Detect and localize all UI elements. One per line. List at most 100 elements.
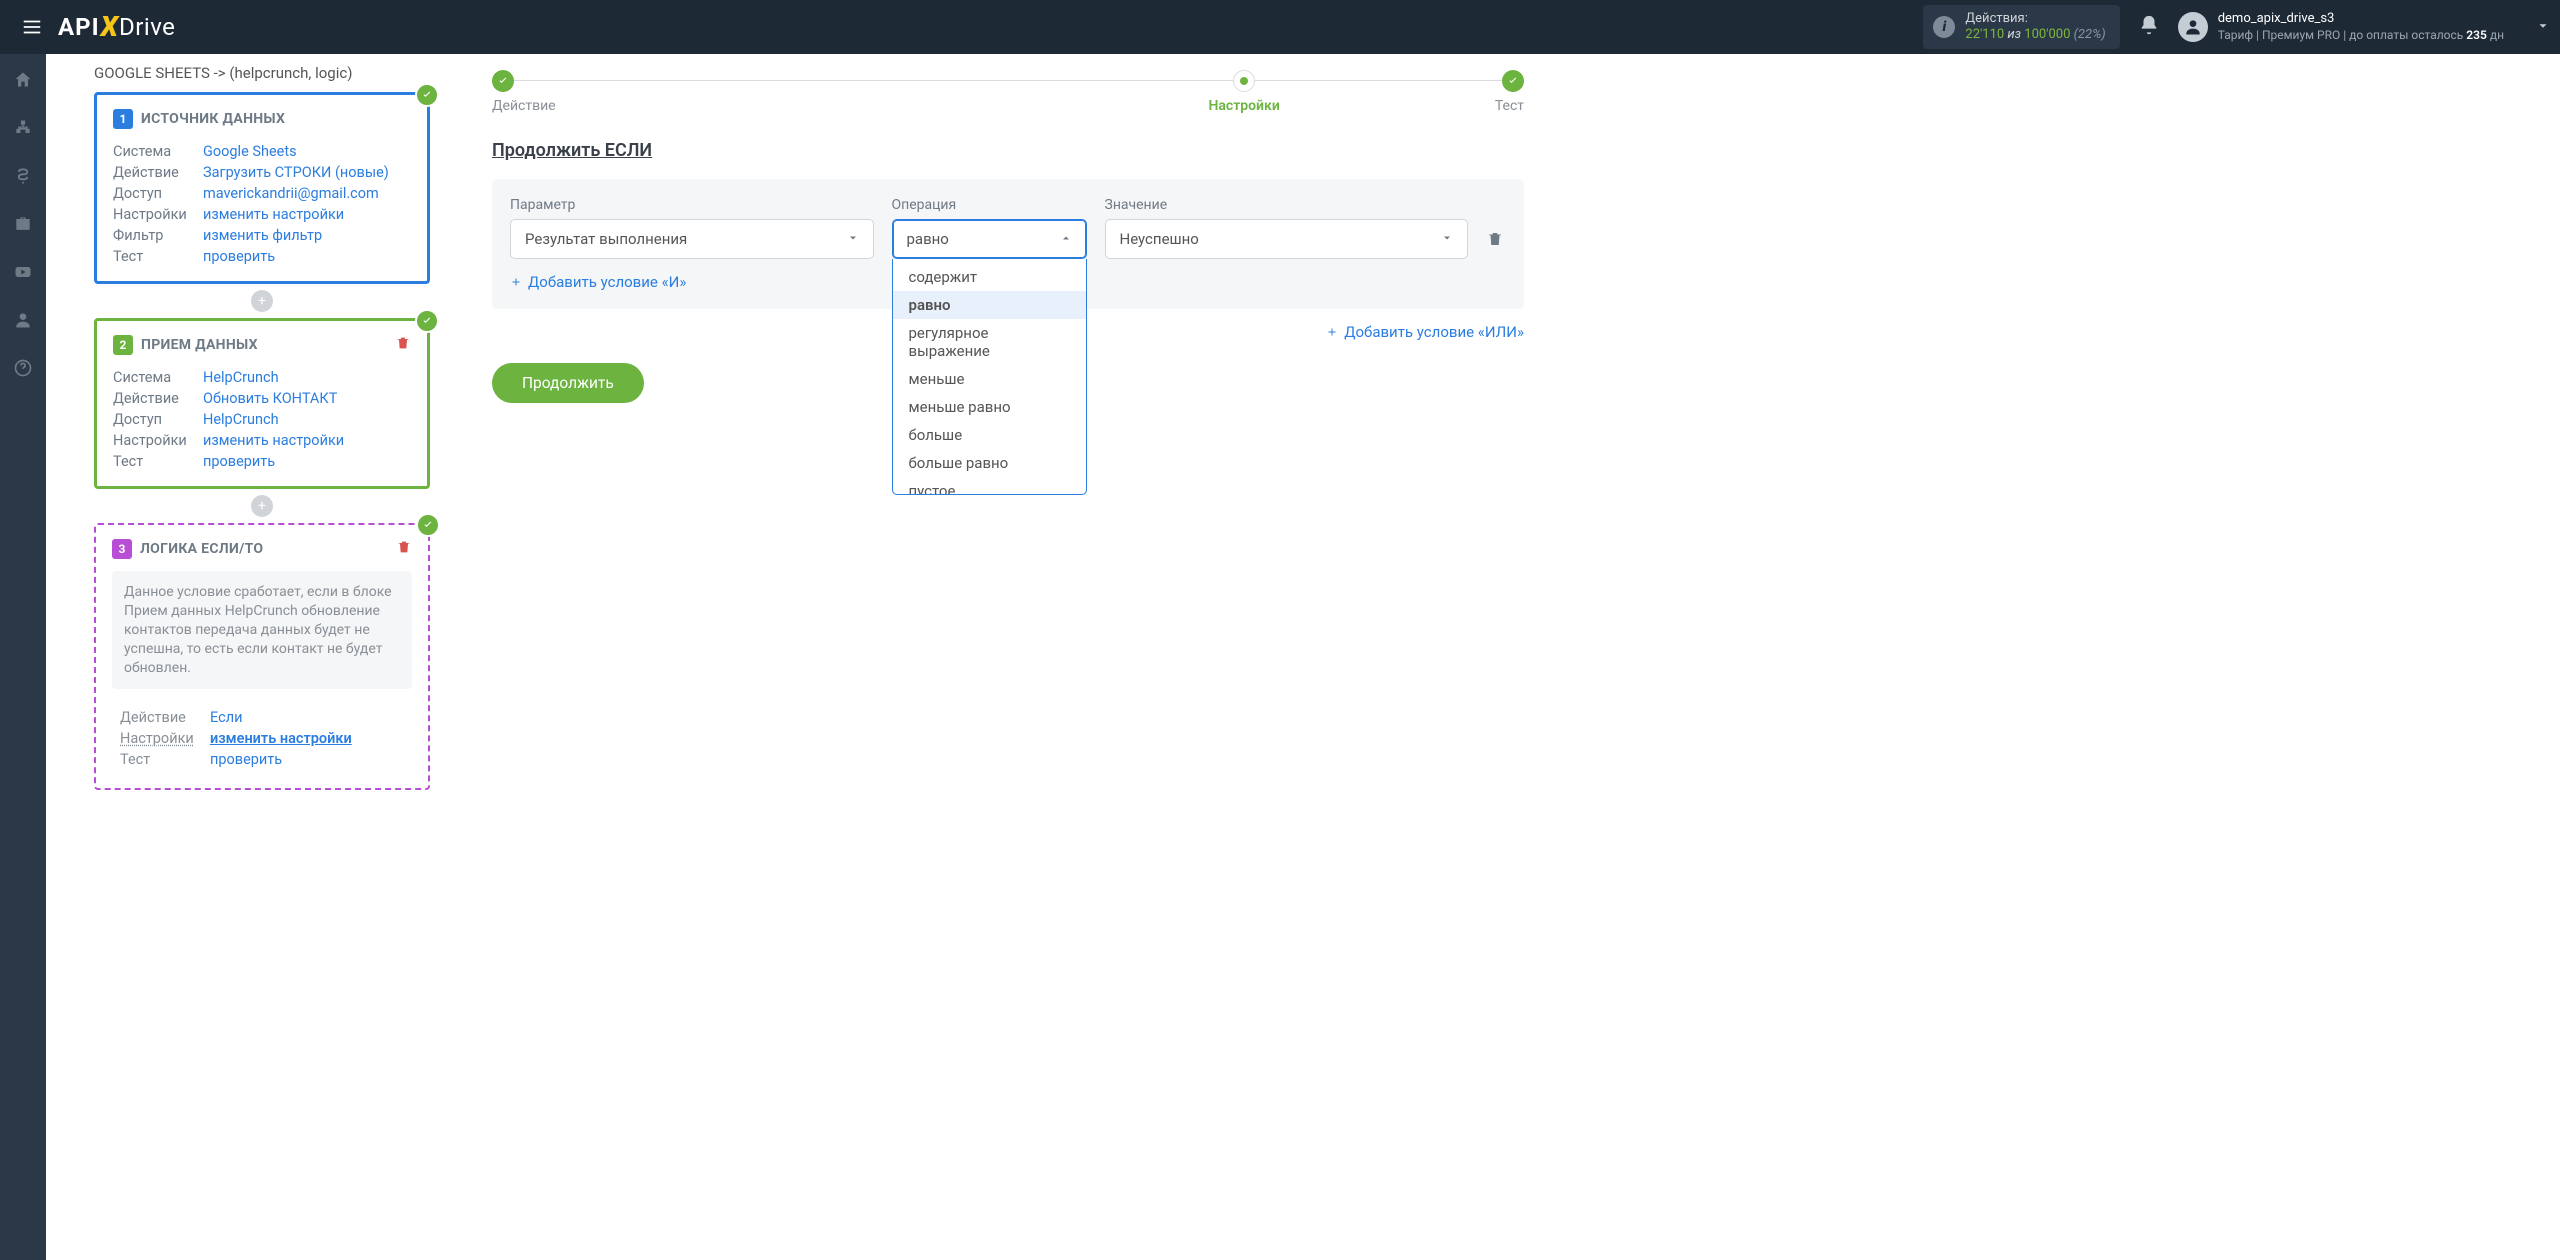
op-label: Операция (892, 197, 1087, 213)
nav-rail (0, 54, 46, 1260)
check-icon (416, 513, 440, 537)
tariff-text: Тариф | Премиум PRO | до оплаты осталось (2218, 28, 2467, 42)
param-label: Параметр (510, 197, 874, 213)
destination-card[interactable]: 2 ПРИЕМ ДАННЫХ СистемаHelpCrunch Действи… (94, 318, 430, 489)
notifications-button[interactable] (2138, 14, 2160, 40)
row-label: Настройки (120, 730, 210, 747)
step-settings-dot[interactable] (1233, 70, 1255, 92)
add-step-button[interactable]: + (251, 290, 273, 312)
operation-option[interactable]: меньше (893, 365, 1086, 393)
user-info: demo_apix_drive_s3 Тариф | Премиум PRO |… (2218, 11, 2504, 43)
flow-breadcrumb: GOOGLE SHEETS -> (helpcrunch, logic) (94, 64, 430, 82)
user-name: demo_apix_drive_s3 (2218, 11, 2504, 28)
dest-access-link[interactable]: HelpCrunch (203, 411, 279, 428)
app-header: APIXDrive i Действия: 22'110 из 100'000 … (0, 0, 2560, 54)
step-action-label: Действие (492, 98, 556, 114)
source-card-title: ИСТОЧНИК ДАННЫХ (141, 111, 285, 127)
step-test-dot[interactable] (1502, 70, 1524, 92)
source-action-link[interactable]: Загрузить СТРОКИ (новые) (203, 164, 389, 181)
add-or-label: Добавить условие «ИЛИ» (1344, 323, 1524, 341)
step-number-3: 3 (112, 539, 132, 559)
menu-toggle-button[interactable] (10, 5, 54, 49)
delete-dest-button[interactable] (395, 335, 411, 355)
actions-label: Действия: (1965, 11, 2105, 27)
nav-help-icon[interactable] (13, 358, 33, 382)
operation-dropdown: содержитравнорегулярное выражениеменьшем… (892, 259, 1087, 495)
app-logo[interactable]: APIXDrive (58, 11, 175, 44)
delete-condition-button[interactable] (1486, 219, 1506, 259)
nav-connections-icon[interactable] (13, 118, 33, 142)
logic-card-description: Данное условие сработает, если в блоке П… (112, 571, 412, 689)
chevron-down-icon (847, 230, 859, 248)
continue-button[interactable]: Продолжить (492, 363, 644, 403)
nav-briefcase-icon[interactable] (13, 214, 33, 238)
nav-profile-icon[interactable] (13, 310, 33, 334)
chevron-down-icon (1441, 230, 1453, 248)
days-left: 235 (2466, 28, 2487, 42)
step-settings-label: Настройки (1208, 98, 1279, 114)
step-test-label: Тест (1495, 98, 1524, 114)
row-label: Настройки (113, 206, 203, 223)
actions-usage-badge[interactable]: i Действия: 22'110 из 100'000 (22%) (1923, 5, 2119, 48)
value-label: Значение (1105, 197, 1469, 213)
source-system-link[interactable]: Google Sheets (203, 143, 297, 160)
dest-settings-link[interactable]: изменить настройки (203, 432, 344, 449)
value-value: Неуспешно (1120, 230, 1199, 248)
param-select[interactable]: Результат выполнения (510, 219, 874, 259)
row-label: Доступ (113, 411, 203, 428)
check-icon (415, 83, 439, 107)
user-menu[interactable]: demo_apix_drive_s3 Тариф | Премиум PRO |… (2178, 11, 2504, 43)
nav-video-icon[interactable] (13, 262, 33, 286)
add-and-label: Добавить условие «И» (528, 273, 686, 291)
logic-card[interactable]: 3 ЛОГИКА ЕСЛИ/ТО Данное условие сработае… (94, 523, 430, 790)
logic-action-link[interactable]: Если (210, 709, 242, 726)
source-card[interactable]: 1 ИСТОЧНИК ДАННЫХ СистемаGoogle Sheets Д… (94, 92, 430, 284)
delete-logic-button[interactable] (396, 539, 412, 559)
row-label: Действие (113, 164, 203, 181)
logic-settings-link[interactable]: изменить настройки (210, 730, 352, 747)
row-label: Фильтр (113, 227, 203, 244)
actions-count: 22'110 (1965, 27, 2004, 42)
source-filter-link[interactable]: изменить фильтр (203, 227, 322, 244)
operation-option[interactable]: меньше равно (893, 393, 1086, 421)
op-value: равно (907, 230, 949, 248)
operation-option[interactable]: равно (893, 291, 1086, 319)
nav-home-icon[interactable] (13, 70, 33, 94)
row-label: Действие (120, 709, 210, 726)
logo-x: X (101, 10, 118, 43)
operation-option[interactable]: больше (893, 421, 1086, 449)
step-number-2: 2 (113, 335, 133, 355)
dest-test-link[interactable]: проверить (203, 453, 275, 470)
condition-box: Параметр Результат выполнения Операция р… (492, 179, 1524, 309)
add-or-condition-button[interactable]: Добавить условие «ИЛИ» (1326, 323, 1524, 341)
wizard-stepper: Действие Настройки Тест (492, 70, 1524, 114)
value-select[interactable]: Неуспешно (1105, 219, 1469, 259)
source-access-link[interactable]: maverickandrii@gmail.com (203, 185, 379, 202)
source-settings-link[interactable]: изменить настройки (203, 206, 344, 223)
operation-option[interactable]: пустое (893, 477, 1086, 495)
operation-option[interactable]: больше равно (893, 449, 1086, 477)
dest-card-title: ПРИЕМ ДАННЫХ (141, 337, 258, 353)
step-action-dot[interactable] (492, 70, 514, 92)
dest-system-link[interactable]: HelpCrunch (203, 369, 279, 386)
chevron-up-icon (1060, 230, 1072, 248)
logic-test-link[interactable]: проверить (210, 751, 282, 768)
operation-select[interactable]: равно (892, 219, 1087, 259)
avatar-icon (2178, 12, 2208, 42)
add-step-button[interactable]: + (251, 495, 273, 517)
row-label: Система (113, 369, 203, 386)
operation-option[interactable]: содержит (893, 263, 1086, 291)
nav-billing-icon[interactable] (13, 166, 33, 190)
row-label: Доступ (113, 185, 203, 202)
section-title: Продолжить ЕСЛИ (492, 140, 1524, 161)
source-test-link[interactable]: проверить (203, 248, 275, 265)
row-label: Настройки (113, 432, 203, 449)
actions-total: 100'000 (2024, 27, 2070, 42)
logo-api: API (58, 13, 100, 41)
logic-card-title: ЛОГИКА ЕСЛИ/ТО (140, 541, 263, 557)
operation-option[interactable]: регулярное выражение (893, 319, 1086, 365)
dest-action-link[interactable]: Обновить КОНТАКТ (203, 390, 337, 407)
actions-of: из (2004, 27, 2024, 42)
row-label: Тест (113, 248, 203, 265)
user-menu-chevron[interactable] (2536, 18, 2550, 37)
